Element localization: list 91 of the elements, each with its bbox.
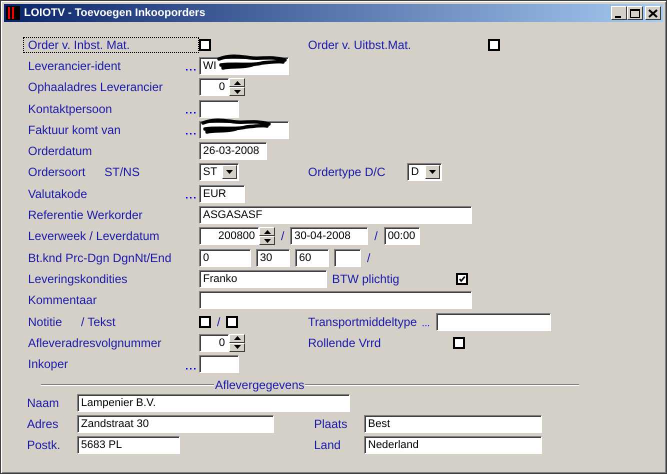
minimize-icon xyxy=(615,16,621,18)
input-field[interactable] xyxy=(199,291,472,310)
maximize-button[interactable] xyxy=(627,6,643,20)
close-button[interactable] xyxy=(645,6,661,20)
input-field[interactable]: 30 xyxy=(256,248,290,267)
field-label: Land xyxy=(313,438,342,452)
triangle-down-icon xyxy=(234,90,240,94)
field-label: Order v. Uitbst.Mat. xyxy=(307,36,412,53)
input-field[interactable] xyxy=(334,248,361,267)
field-label: BTW plichtig xyxy=(331,270,400,287)
field-label: Plaats xyxy=(313,416,348,431)
triangle-up-icon xyxy=(234,336,240,340)
field-label: Referentie Werkorder xyxy=(27,207,144,224)
checkbox[interactable] xyxy=(453,336,465,349)
field-label: Leveringskondities xyxy=(27,270,128,287)
field-label: Rollende Vrrd xyxy=(307,334,382,351)
field-label: Kontaktpersoon xyxy=(27,100,114,117)
input-field[interactable]: 00:00 xyxy=(384,227,420,246)
window-title: LOIOTV - Toevoegen Inkooporders xyxy=(24,7,206,19)
separator-text: / xyxy=(280,229,286,244)
number-field[interactable]: 0 xyxy=(199,334,229,352)
field-label: Naam xyxy=(26,396,60,410)
input-field[interactable] xyxy=(436,312,551,330)
separator-text: / xyxy=(216,314,222,328)
field-label: Transportmiddeltype xyxy=(307,314,418,330)
input-field[interactable] xyxy=(199,355,239,374)
input-field[interactable]: ASGASASF xyxy=(199,206,472,224)
input-field[interactable]: EUR xyxy=(199,184,245,203)
separator-text: / xyxy=(366,250,372,265)
field-label: / Tekst xyxy=(81,314,116,328)
ellipsis-icon xyxy=(422,324,430,327)
minimize-button[interactable] xyxy=(611,6,627,20)
section-title: Aflevergegevens xyxy=(214,378,306,392)
field-label: Ordersoort xyxy=(27,164,86,180)
checkbox[interactable] xyxy=(226,316,238,328)
field-label: Ophaaladres Leverancier xyxy=(27,79,164,96)
field-label: Kommentaar xyxy=(27,292,98,308)
number-field[interactable]: 200800 xyxy=(199,227,259,246)
triangle-down-icon xyxy=(264,238,270,243)
field-label: Valutakode xyxy=(27,186,88,202)
field-label: Afleveradresvolgnummer xyxy=(27,334,162,351)
caret-icon xyxy=(226,170,233,174)
spin-up-button[interactable] xyxy=(229,78,245,88)
app-icon xyxy=(6,6,20,20)
redaction-scribble xyxy=(217,52,289,71)
caret-icon xyxy=(429,170,436,174)
number-field[interactable]: 0 xyxy=(199,78,229,96)
redaction-scribble xyxy=(201,116,273,135)
checkbox[interactable] xyxy=(488,38,500,51)
field-label: ST/NS xyxy=(104,165,140,180)
field-label: Adres xyxy=(26,416,60,431)
field-label: Postk. xyxy=(26,438,62,452)
ellipsis-icon xyxy=(185,196,197,200)
field-label: Inkoper xyxy=(27,356,70,372)
field-label: Leverancier-ident xyxy=(27,58,122,74)
field-label: Bt.knd Prc-Dgn DgnNt/End xyxy=(27,250,172,266)
field-label: Faktuur komt van xyxy=(27,122,122,138)
field-label: Notitie xyxy=(27,314,64,330)
dropdown-field[interactable]: D xyxy=(407,163,442,182)
ellipsis-icon xyxy=(185,111,197,114)
separator-text: / xyxy=(373,229,379,244)
field-label: Leverweek / Leverdatum xyxy=(27,228,160,244)
ellipsis-icon xyxy=(185,366,197,370)
field-label: Order v. Inbst. Mat. xyxy=(23,36,199,53)
triangle-up-icon xyxy=(234,80,240,85)
checkbox[interactable] xyxy=(199,38,211,51)
triangle-up-icon xyxy=(264,230,270,234)
input-field[interactable]: 5683 PL xyxy=(77,436,180,454)
input-field[interactable]: 0 xyxy=(199,248,251,267)
spin-down-button[interactable] xyxy=(259,236,275,246)
field-label: Ordertype D/C xyxy=(307,164,386,180)
spin-up-button[interactable] xyxy=(229,334,245,343)
input-field[interactable]: Zandstraat 30 xyxy=(77,414,274,433)
ellipsis-icon xyxy=(185,68,197,72)
checkbox[interactable] xyxy=(199,316,211,328)
input-field[interactable]: 60 xyxy=(295,248,329,267)
input-field[interactable]: 26-03-2008 xyxy=(199,142,267,160)
spin-down-button[interactable] xyxy=(229,87,245,96)
input-field[interactable]: 30-04-2008 xyxy=(290,227,368,246)
spin-up-button[interactable] xyxy=(259,227,275,236)
dropdown-field[interactable]: ST xyxy=(199,163,239,182)
input-field[interactable]: Lampenier B.V. xyxy=(77,394,350,412)
input-field[interactable]: Best xyxy=(364,414,542,433)
input-field[interactable]: Franko xyxy=(199,270,327,288)
field-label: Orderdatum xyxy=(27,143,94,160)
close-icon xyxy=(646,6,660,20)
input-field[interactable] xyxy=(199,100,239,118)
ellipsis-icon xyxy=(185,132,197,136)
checkbox[interactable] xyxy=(456,272,468,285)
triangle-down-icon xyxy=(234,345,240,350)
input-field[interactable]: Nederland xyxy=(364,436,542,454)
